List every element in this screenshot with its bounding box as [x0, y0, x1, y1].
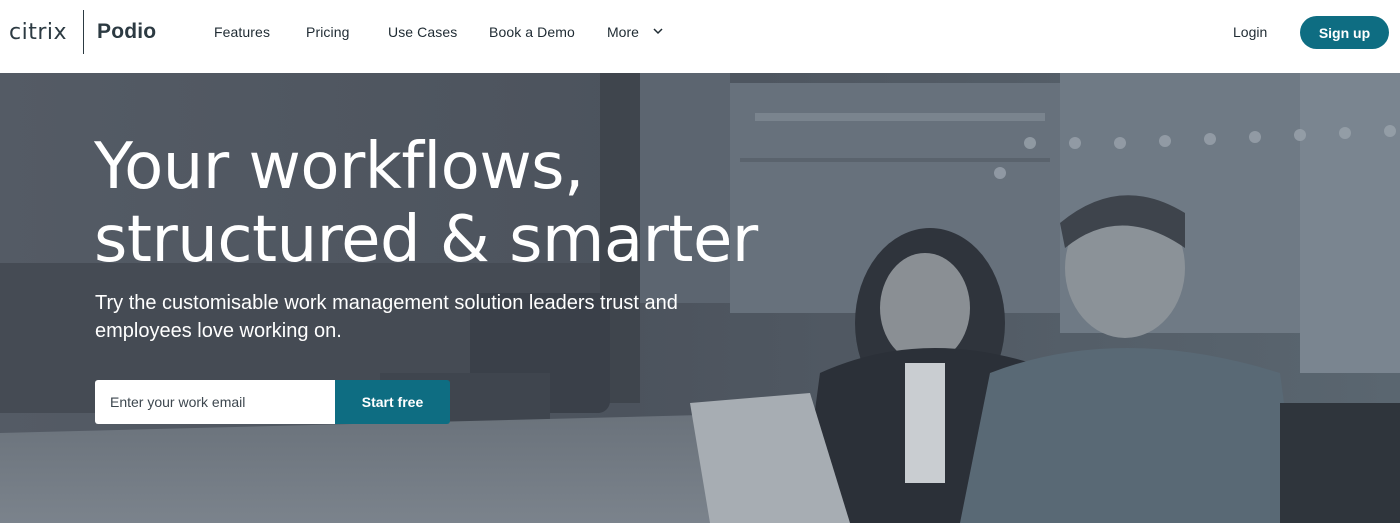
email-signup-form: Start free	[95, 380, 450, 424]
podio-logo: Podio	[97, 20, 157, 43]
nav-pricing-link[interactable]: Pricing	[306, 24, 350, 40]
chevron-down-icon	[653, 28, 663, 35]
hero-title: Your workflows, structured & smarter	[94, 131, 758, 277]
top-navigation-bar: citrix Podio Features Pricing Use Cases …	[0, 0, 1400, 73]
hero-subtitle: Try the customisable work management sol…	[95, 292, 678, 342]
hero-section: Your workflows, structured & smarter Try…	[0, 73, 1400, 523]
nav-book-demo-link[interactable]: Book a Demo	[489, 24, 575, 40]
citrix-logo: citrix	[9, 19, 68, 45]
brand-logo[interactable]: citrix Podio	[9, 10, 156, 54]
hero-title-line-1: Your workflows,	[94, 130, 584, 204]
nav-more-dropdown[interactable]: More	[607, 24, 663, 40]
hero-title-line-2: structured & smarter	[94, 203, 758, 277]
logo-divider	[83, 10, 85, 54]
work-email-input[interactable]	[95, 380, 336, 424]
login-link[interactable]: Login	[1233, 24, 1267, 40]
nav-use-cases-link[interactable]: Use Cases	[388, 24, 457, 40]
nav-features-link[interactable]: Features	[214, 24, 270, 40]
nav-more-label: More	[607, 24, 639, 40]
signup-button[interactable]: Sign up	[1300, 16, 1389, 49]
start-free-button[interactable]: Start free	[335, 380, 450, 424]
